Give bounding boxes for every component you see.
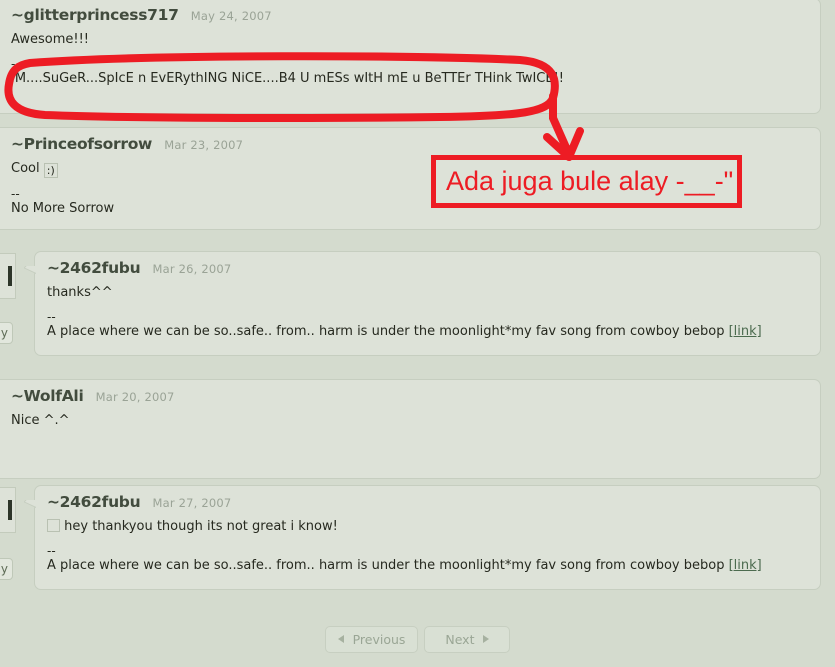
comment-signature: -- IM....SuGeR...SpIcE n EvERythING NiCE… xyxy=(0,48,820,95)
comments-page: ~glitterprincess717 May 24, 2007 Awesome… xyxy=(0,0,835,667)
comment-date: Mar 26, 2007 xyxy=(152,262,232,276)
avatar[interactable] xyxy=(0,253,16,299)
comment-username[interactable]: ~Princeofsorrow xyxy=(11,135,152,153)
previous-page-label: Previous xyxy=(352,632,406,647)
chevron-left-icon xyxy=(337,635,344,643)
next-page-label: Next xyxy=(445,632,475,647)
signature-body: A place where we can be so..safe.. from.… xyxy=(47,324,725,339)
comment-date: Mar 20, 2007 xyxy=(95,390,175,404)
signature-text: A place where we can be so..safe.. from.… xyxy=(47,557,808,574)
signature-dashes: -- xyxy=(47,310,56,324)
comment-header: ~glitterprincess717 May 24, 2007 xyxy=(0,0,820,26)
comment-username[interactable]: ~2462fubu xyxy=(47,493,141,511)
comment-body: thanks^^ xyxy=(47,285,113,300)
comment-signature: -- A place where we can be so..safe.. fr… xyxy=(35,301,820,348)
comment-header: ~2462fubu Mar 27, 2007 xyxy=(35,486,820,513)
signature-body: A place where we can be so..safe.. from.… xyxy=(47,558,725,573)
comment-header: ~WolfAli Mar 20, 2007 xyxy=(0,380,820,407)
comment-card: ~2462fubu Mar 27, 2007 hey thankyou thou… xyxy=(34,485,821,590)
comment-body: Nice ^.^ xyxy=(11,413,70,428)
comment-header: ~Princeofsorrow Mar 23, 2007 xyxy=(0,128,820,155)
comment-card: ~WolfAli Mar 20, 2007 Nice ^.^ xyxy=(0,379,821,479)
next-page-button[interactable]: Next xyxy=(424,626,511,653)
signature-text: IM....SuGeR...SpIcE n EvERythING NiCE...… xyxy=(11,71,565,86)
reply-button[interactable]: ly xyxy=(0,322,13,344)
comment-card: ~2462fubu Mar 26, 2007 thanks^^ -- A pla… xyxy=(34,251,821,356)
comment-body: hey thankyou though its not great i know… xyxy=(35,513,820,535)
previous-page-button[interactable]: Previous xyxy=(324,626,419,653)
comment-username[interactable]: ~WolfAli xyxy=(11,387,84,405)
broken-image-icon xyxy=(47,519,60,532)
signature-dashes: -- xyxy=(47,544,56,558)
chevron-right-icon xyxy=(483,635,490,643)
comment-body-text: hey thankyou though its not great i know… xyxy=(64,519,338,534)
comment-date: Mar 27, 2007 xyxy=(152,496,232,510)
comment-date: Mar 23, 2007 xyxy=(164,138,244,152)
comment-body: Awesome!!! xyxy=(11,32,90,47)
reply-button[interactable]: ly xyxy=(0,558,13,580)
signature-text: A place where we can be so..safe.. from.… xyxy=(47,323,808,340)
annotation-note: Ada juga bule alay -__-" xyxy=(431,155,742,208)
annotation-text: Ada juga bule alay -__-" xyxy=(446,166,734,196)
signature-link[interactable]: [link] xyxy=(729,324,762,339)
comment-date: May 24, 2007 xyxy=(190,9,272,23)
bubble-tail-icon xyxy=(24,266,36,282)
signature-dashes: -- xyxy=(11,57,20,71)
emoticon-broken-image-icon: :) xyxy=(43,163,58,178)
comment-username[interactable]: ~glitterprincess717 xyxy=(11,6,179,24)
comment-signature: -- A place where we can be so..safe.. fr… xyxy=(35,535,820,582)
signature-link[interactable]: [link] xyxy=(729,558,762,573)
bubble-tail-icon xyxy=(24,500,36,516)
pagination: Previous Next xyxy=(0,626,835,653)
comment-card: ~glitterprincess717 May 24, 2007 Awesome… xyxy=(0,0,821,114)
comment-body-text: Cool xyxy=(11,161,40,176)
avatar[interactable] xyxy=(0,487,16,533)
comment-username[interactable]: ~2462fubu xyxy=(47,259,141,277)
comment-header: ~2462fubu Mar 26, 2007 xyxy=(35,252,820,279)
